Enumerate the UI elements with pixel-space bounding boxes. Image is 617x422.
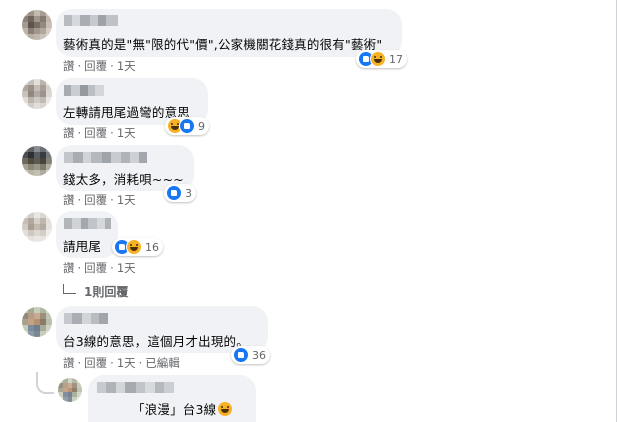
reply-avatar[interactable] (58, 378, 82, 402)
comment-actions: 讚 · 回覆 · 1天 · 已編輯 (63, 356, 180, 370)
reply-thread-line (36, 372, 54, 394)
comment-5: 台3線的意思，這個月才出現的。 36 讚 · 回覆 · 1天 · 已編輯 「浪漫」台3線 (0, 0, 617, 422)
comment-text: 台3線的意思，這個月才出現的。 (63, 334, 249, 349)
comment-section: 藝術真的是"無"限的代"價",公家機關花錢真的很有"藝術" 17 讚 · 回覆 · 1天… (0, 0, 617, 422)
edited-label: 已編輯 (145, 356, 180, 370)
reaction-summary[interactable]: 36 (231, 346, 270, 364)
author-name-blurred[interactable] (64, 313, 108, 324)
avatar[interactable] (22, 307, 52, 337)
reaction-count: 36 (252, 348, 266, 362)
reply-author-name-blurred[interactable] (97, 382, 174, 393)
like-link[interactable]: 讚 (63, 356, 75, 370)
reply-text: 「浪漫」台3線 (132, 399, 233, 418)
haha-emoji-icon (218, 402, 233, 416)
like-icon (233, 347, 249, 363)
reply-link[interactable]: 回覆 (84, 356, 107, 370)
timestamp[interactable]: 1天 (117, 356, 136, 370)
